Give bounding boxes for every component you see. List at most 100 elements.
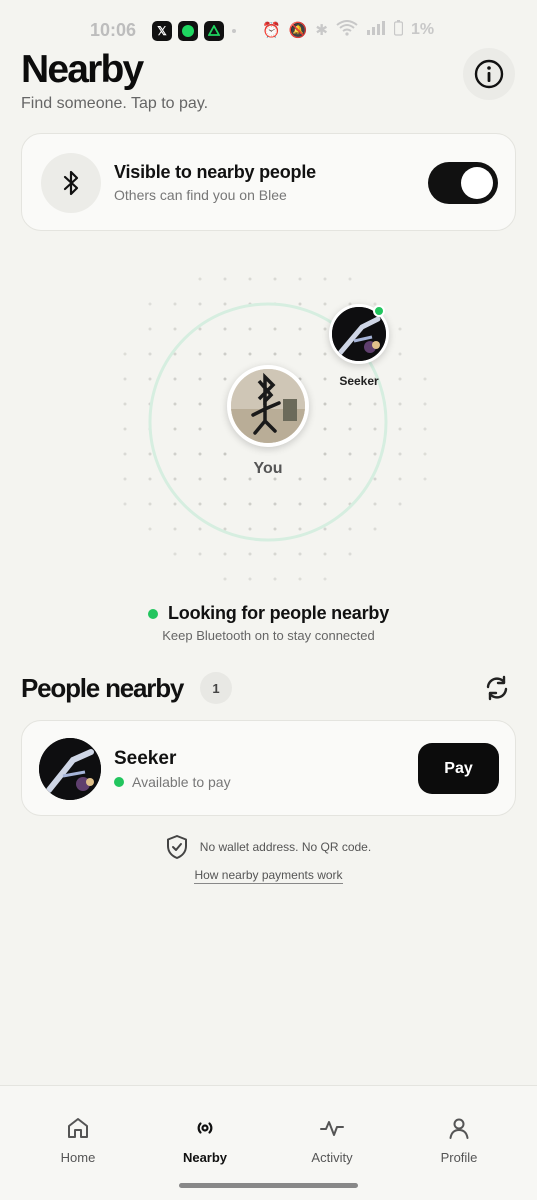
battery-percent: 1% <box>410 21 435 38</box>
radar-dot <box>198 427 202 431</box>
radar-dot <box>373 527 377 531</box>
radar-dot <box>398 327 402 331</box>
status-app-icons: 𝕏 <box>152 21 224 41</box>
radar-dot <box>123 502 127 506</box>
radar-dot <box>198 302 202 306</box>
home-indicator[interactable] <box>179 1183 358 1188</box>
info-icon <box>474 59 504 89</box>
radar-dot <box>248 277 252 281</box>
nav-profile-label: Profile <box>440 1150 478 1165</box>
radar-dot <box>298 352 302 356</box>
radar-dot <box>173 527 177 531</box>
profile-icon <box>449 1118 469 1139</box>
radar-dot <box>373 427 377 431</box>
page-subtitle: Find someone. Tap to pay. <box>21 95 209 112</box>
refresh-icon <box>486 675 508 701</box>
person-name: Seeker <box>114 748 177 769</box>
mute-icon: 🔕 <box>288 22 308 39</box>
radar-dot <box>148 452 152 456</box>
available-dot <box>114 777 124 787</box>
visibility-toggle[interactable] <box>428 162 498 204</box>
pay-button[interactable]: Pay <box>418 743 499 794</box>
radar-dot <box>223 352 227 356</box>
scan-status-subtitle: Keep Bluetooth on to stay connected <box>162 628 375 643</box>
you-avatar-image <box>231 369 305 443</box>
radar-dot <box>198 452 202 456</box>
radar-dot <box>323 527 327 531</box>
people-count-badge: 1 <box>200 672 232 704</box>
radar-dot <box>223 577 227 581</box>
status-time: 10:06 <box>90 20 137 40</box>
home-icon <box>68 1118 88 1138</box>
privacy-text: No wallet address. No QR code. <box>199 840 372 854</box>
how-it-works-link[interactable]: How nearby payments work <box>194 868 343 884</box>
visibility-title: Visible to nearby people <box>114 162 316 182</box>
x-app-icon: 𝕏 <box>152 21 172 41</box>
radar-dot <box>198 377 202 381</box>
status-bar: 10:06 𝕏 ⏰ 🔕 ✱ 1% <box>0 18 537 44</box>
radar-dot <box>323 427 327 431</box>
battery-icon <box>393 20 404 40</box>
wifi-icon <box>336 20 358 40</box>
radar-dot <box>223 502 227 506</box>
radar-dot <box>298 302 302 306</box>
radar-dot <box>423 427 427 431</box>
you-avatar[interactable] <box>227 365 309 447</box>
signal-icon <box>366 21 386 39</box>
radar-dot <box>323 352 327 356</box>
radar-dot <box>123 452 127 456</box>
radar-dot <box>298 527 302 531</box>
radar-dot <box>273 277 277 281</box>
nav-profile[interactable]: Profile <box>414 1114 504 1165</box>
radar-dot <box>348 452 352 456</box>
alarm-icon: ⏰ <box>262 22 281 39</box>
radar-dot <box>198 502 202 506</box>
spotify-app-icon <box>178 21 198 41</box>
drive-app-icon <box>204 21 224 41</box>
info-button[interactable] <box>463 48 515 100</box>
seeker-avatar-image <box>39 738 101 800</box>
radar-dot <box>248 502 252 506</box>
nav-activity[interactable]: Activity <box>287 1114 377 1165</box>
scan-status-title: Looking for people nearby <box>167 603 390 623</box>
person-status-text: Available to pay <box>132 774 231 790</box>
radar-dot <box>148 377 152 381</box>
radar-dot <box>298 477 302 481</box>
privacy-note: No wallet address. No QR code. <box>0 834 537 860</box>
radar-dot <box>248 552 252 556</box>
bluetooth-icon <box>63 170 79 196</box>
radar-dot <box>173 302 177 306</box>
radar-dot <box>173 552 177 556</box>
radar-dot <box>123 477 127 481</box>
radar-dot <box>298 502 302 506</box>
radar-dot <box>323 577 327 581</box>
radar-dot <box>223 377 227 381</box>
person-status: Available to pay <box>114 774 231 790</box>
activity-icon <box>320 1121 344 1136</box>
radar-dot <box>223 552 227 556</box>
nav-nearby[interactable]: Nearby <box>160 1114 250 1165</box>
radar-dot <box>323 452 327 456</box>
radar-dot <box>273 327 277 331</box>
radar-dot <box>323 302 327 306</box>
radar-dot <box>123 402 127 406</box>
radar-dot <box>323 377 327 381</box>
radar-dot <box>198 402 202 406</box>
radar-dot <box>348 527 352 531</box>
radar-dot <box>273 552 277 556</box>
nav-home[interactable]: Home <box>33 1114 123 1165</box>
refresh-button[interactable] <box>481 672 513 704</box>
radar-dot <box>148 477 152 481</box>
radar-dot <box>123 352 127 356</box>
radar-dot <box>423 452 427 456</box>
seeker-online-indicator <box>373 305 385 317</box>
radar-dot <box>373 402 377 406</box>
person-card[interactable]: Seeker Available to pay Pay <box>21 720 516 816</box>
radar-dot <box>148 502 152 506</box>
radar-dot <box>323 277 327 281</box>
nearby-icon <box>197 1122 213 1134</box>
radar-dot <box>298 327 302 331</box>
radar-dot <box>223 302 227 306</box>
radar-dot <box>398 352 402 356</box>
radar-dot <box>348 552 352 556</box>
